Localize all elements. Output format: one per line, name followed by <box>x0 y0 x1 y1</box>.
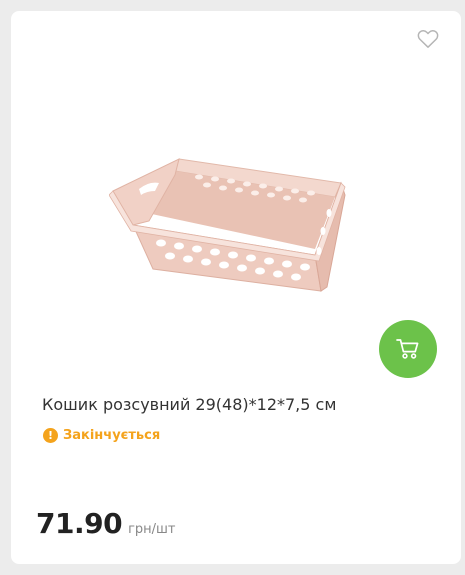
price-value: 71.90 <box>36 507 123 540</box>
product-title[interactable]: Кошик розсувний 29(48)*12*7,5 см <box>42 395 336 414</box>
product-image[interactable] <box>109 151 349 296</box>
price-block: 71.90 грн/шт <box>36 507 176 540</box>
exclamation-circle-icon: ! <box>43 428 58 443</box>
add-to-cart-button[interactable] <box>379 320 437 378</box>
shopping-cart-icon <box>396 339 419 359</box>
product-card[interactable]: Кошик розсувний 29(48)*12*7,5 см ! Закін… <box>11 11 461 564</box>
heart-icon[interactable] <box>417 29 439 49</box>
stock-status: ! Закінчується <box>43 428 160 443</box>
price-unit: грн/шт <box>128 522 176 537</box>
stock-status-label: Закінчується <box>63 428 161 443</box>
